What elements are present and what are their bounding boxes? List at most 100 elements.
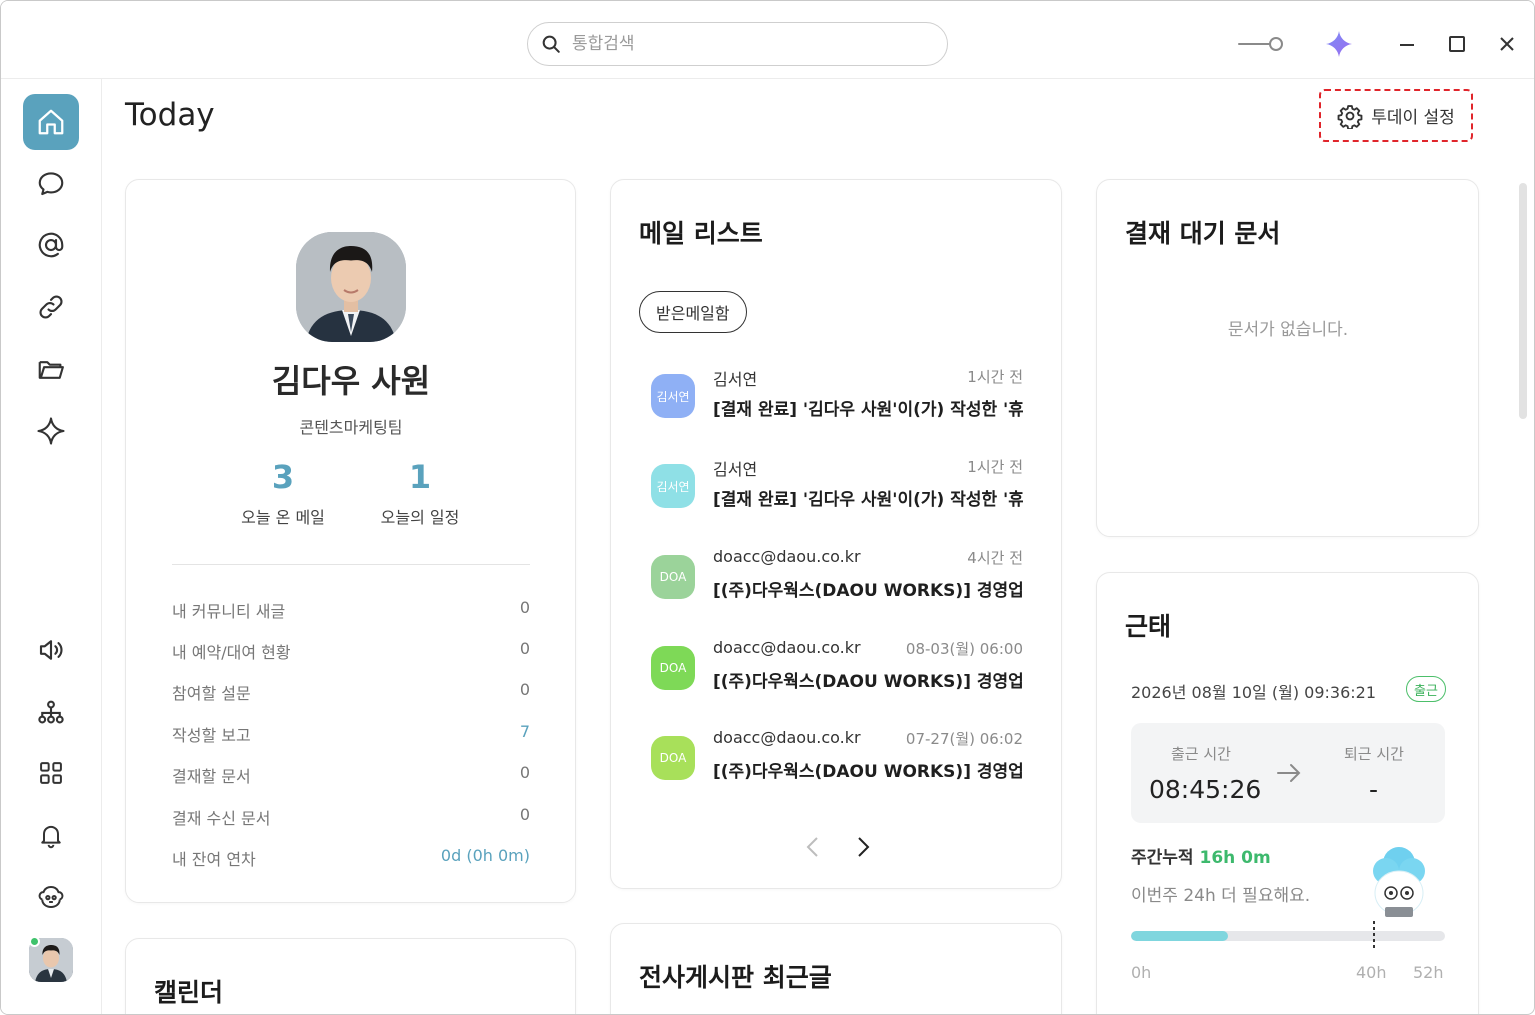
stat-today-schedule-count: 1 bbox=[408, 458, 432, 496]
today-settings-button[interactable]: 투데이 설정 bbox=[1319, 89, 1473, 142]
sidebar-item-ai[interactable] bbox=[23, 403, 79, 459]
attendance-card: 근태 2026년 08월 10일 (월) 09:36:21 출근 출근 시간 0… bbox=[1096, 572, 1479, 1014]
summary-row-value: 0 bbox=[519, 680, 530, 699]
summary-row-approve[interactable]: 결재할 문서 0 bbox=[172, 763, 530, 787]
calendar-card: 캘린더 bbox=[125, 938, 576, 1014]
sidebar-item-notice[interactable] bbox=[23, 622, 79, 678]
sidebar-item-notifications[interactable] bbox=[23, 807, 79, 863]
ai-sparkle-icon[interactable] bbox=[1323, 28, 1355, 60]
arrow-right-icon bbox=[1277, 764, 1301, 782]
sidebar-item-home[interactable] bbox=[23, 94, 79, 150]
sidebar-item-organization[interactable] bbox=[23, 684, 79, 740]
approval-empty-text: 문서가 없습니다. bbox=[1227, 320, 1349, 340]
attendance-datetime: 2026년 08월 10일 (월) 09:36:21 bbox=[1131, 683, 1377, 702]
sidebar-item-mail[interactable] bbox=[23, 217, 79, 273]
mail-item[interactable]: 김서연 김서연 1시간 전 [결재 완료] '김다우 사원'이(가) 작성한 '… bbox=[651, 456, 1023, 526]
app-window: Today 투데이 설정 김다우 사원 콘텐츠마케팅팀 3 오늘 온 메일 1 … bbox=[0, 0, 1535, 1015]
summary-row-community[interactable]: 내 커뮤니티 새글 0 bbox=[172, 598, 530, 622]
search-icon bbox=[542, 35, 560, 53]
mail-subject: [(주)다우웍스(DAOU WORKS)] 경영업! bbox=[713, 762, 1023, 782]
summary-row-label: 내 커뮤니티 새글 bbox=[172, 602, 286, 621]
mail-sender-avatar: 김서연 bbox=[651, 374, 695, 418]
clock-out-time: - bbox=[1369, 775, 1379, 804]
summary-row-value: 0 bbox=[519, 639, 530, 658]
online-status-dot bbox=[29, 936, 40, 947]
mail-sender: doacc@daou.co.kr bbox=[713, 728, 861, 747]
profile-name: 김다우 사원 bbox=[271, 362, 431, 400]
at-sign-icon bbox=[38, 232, 64, 258]
title-bar bbox=[1, 1, 1534, 79]
stat-today-mail-count: 3 bbox=[271, 458, 295, 496]
mail-sender-avatar: DOA bbox=[651, 736, 695, 780]
summary-row-survey[interactable]: 참여할 설문 0 bbox=[172, 680, 530, 704]
profile-photo bbox=[296, 232, 406, 342]
summary-row-value: 0 bbox=[519, 805, 530, 824]
page-scrollbar[interactable] bbox=[1519, 183, 1527, 419]
mascot-face-icon bbox=[38, 885, 64, 909]
progress-tick-start: 0h bbox=[1131, 963, 1152, 982]
stat-today-mail-label: 오늘 온 메일 bbox=[241, 508, 325, 527]
weekly-total-label: 주간누적 bbox=[1131, 848, 1194, 868]
mail-subject: [(주)다우웍스(DAOU WORKS)] 경영업! bbox=[713, 581, 1023, 601]
mail-subject: [결재 완료] '김다우 사원'이(가) 작성한 '휴 bbox=[713, 490, 1023, 510]
profile-team: 콘텐츠마케팅팀 bbox=[299, 418, 403, 437]
summary-row-value: 0d (0h 0m) bbox=[440, 846, 530, 865]
link-icon bbox=[39, 295, 63, 319]
sparkle-outline-icon bbox=[37, 417, 65, 445]
approval-title: 결재 대기 문서 bbox=[1125, 219, 1281, 248]
sidebar-item-chat[interactable] bbox=[23, 156, 79, 212]
gear-icon bbox=[1337, 104, 1363, 129]
sidebar-item-files[interactable] bbox=[23, 341, 79, 397]
inbox-filter-chip[interactable]: 받은메일함 bbox=[639, 291, 747, 333]
maximize-icon[interactable] bbox=[1443, 30, 1471, 58]
mail-item[interactable]: DOA doacc@daou.co.kr 08-03(월) 06:00 [(주)… bbox=[651, 638, 1023, 708]
slider-toggle-icon[interactable] bbox=[1233, 29, 1287, 59]
today-settings-label: 투데이 설정 bbox=[1371, 108, 1455, 128]
profile-divider bbox=[172, 564, 530, 565]
summary-row-received-docs[interactable]: 결재 수신 문서 0 bbox=[172, 805, 530, 829]
stat-today-mail[interactable]: 3 오늘 온 메일 bbox=[208, 458, 358, 528]
mail-item[interactable]: DOA doacc@daou.co.kr 4시간 전 [(주)다우웍스(DAOU… bbox=[651, 547, 1023, 617]
summary-row-label: 작성할 보고 bbox=[172, 726, 251, 745]
calendar-title: 캘린더 bbox=[154, 978, 224, 1007]
mail-time: 08-03(월) 06:00 bbox=[905, 640, 1023, 658]
mail-list-title: 메일 리스트 bbox=[639, 219, 763, 248]
mail-prev-button[interactable] bbox=[799, 832, 827, 862]
mail-time: 1시간 전 bbox=[967, 458, 1023, 476]
minimize-icon[interactable] bbox=[1393, 31, 1421, 59]
search-input[interactable] bbox=[572, 34, 912, 54]
chevron-right-icon bbox=[858, 837, 870, 857]
mail-item[interactable]: 김서연 김서연 1시간 전 [결재 완료] '김다우 사원'이(가) 작성한 '… bbox=[651, 366, 1023, 436]
apps-grid-icon bbox=[40, 762, 62, 784]
bell-icon bbox=[41, 825, 61, 849]
summary-row-report[interactable]: 작성할 보고 7 bbox=[172, 722, 530, 746]
home-icon bbox=[38, 109, 64, 135]
speaker-icon bbox=[39, 640, 63, 660]
mail-time: 4시간 전 bbox=[967, 549, 1023, 567]
mail-sender: doacc@daou.co.kr bbox=[713, 547, 861, 566]
mail-time: 1시간 전 bbox=[967, 368, 1023, 386]
search-box[interactable] bbox=[527, 22, 948, 66]
weekly-progress-fill bbox=[1131, 931, 1229, 941]
summary-row-leave[interactable]: 내 잔여 연차 0d (0h 0m) bbox=[172, 846, 530, 870]
summary-row-reservation[interactable]: 내 예약/대여 현황 0 bbox=[172, 639, 530, 663]
mail-subject: [(주)다우웍스(DAOU WORKS)] 경영업! bbox=[713, 672, 1023, 692]
summary-row-label: 결재 수신 문서 bbox=[172, 809, 271, 828]
mail-sender-avatar: 김서연 bbox=[651, 464, 695, 508]
approval-card: 결재 대기 문서 문서가 없습니다. bbox=[1096, 179, 1479, 537]
org-chart-icon bbox=[38, 700, 64, 724]
sidebar-item-mascot[interactable] bbox=[23, 869, 79, 925]
summary-row-value: 7 bbox=[519, 722, 530, 741]
close-icon[interactable] bbox=[1493, 30, 1521, 58]
progress-tick-target: 40h bbox=[1356, 963, 1387, 982]
summary-row-label: 참여할 설문 bbox=[172, 684, 251, 703]
sidebar-item-links[interactable] bbox=[23, 279, 79, 335]
mail-item[interactable]: DOA doacc@daou.co.kr 07-27(월) 06:02 [(주)… bbox=[651, 728, 1023, 798]
mail-sender: 김서연 bbox=[713, 370, 758, 389]
stat-today-schedule[interactable]: 1 오늘의 일정 bbox=[345, 458, 495, 528]
sidebar-item-apps[interactable] bbox=[23, 745, 79, 801]
attendance-time-box: 출근 시간 08:45:26 퇴근 시간 - bbox=[1131, 723, 1445, 823]
mail-next-button[interactable] bbox=[849, 832, 877, 862]
mail-time: 07-27(월) 06:02 bbox=[905, 730, 1023, 748]
weekly-progress-bar bbox=[1131, 931, 1445, 941]
